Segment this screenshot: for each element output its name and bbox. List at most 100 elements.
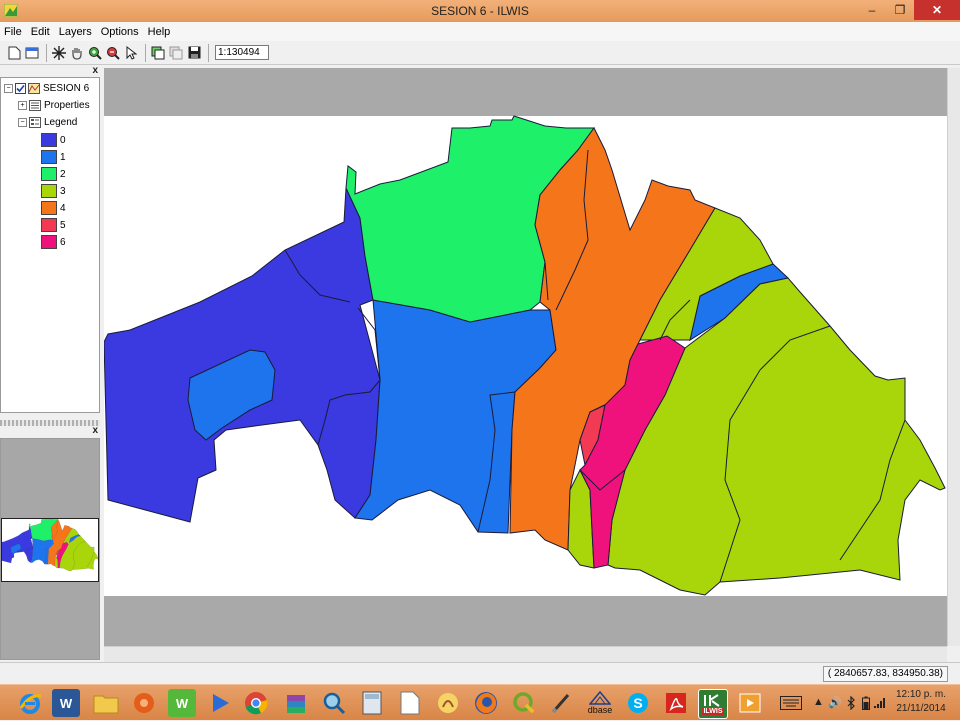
add-layer-button[interactable] (150, 45, 166, 61)
close-button[interactable]: ✕ (914, 0, 960, 20)
zoom-out-button[interactable] (105, 45, 121, 61)
menu-options[interactable]: Options (101, 26, 139, 38)
panel-splitter[interactable] (0, 420, 100, 426)
taskbar-app-word[interactable]: W (52, 689, 80, 717)
skype-icon: S (628, 693, 648, 713)
taskbar-app-skype[interactable]: S (624, 689, 652, 717)
taskbar-app-firefox[interactable] (472, 689, 500, 717)
bluetooth-icon[interactable] (847, 696, 855, 710)
legend-item[interactable]: 0 (41, 132, 66, 148)
word-icon: W (59, 695, 73, 711)
window-icon (25, 47, 39, 58)
ilwis-label: ILWIS (702, 708, 724, 715)
tree-root[interactable]: − SESION 6 (4, 81, 89, 95)
legend-item[interactable]: 5 (41, 217, 66, 233)
brush-icon (551, 694, 570, 714)
taskbar-app-acrobat[interactable] (662, 689, 690, 717)
taskbar-app-dbase[interactable]: dbase (586, 689, 614, 717)
save-button[interactable] (186, 45, 202, 61)
taskbar-app-video[interactable] (736, 689, 764, 717)
legend-swatch (41, 133, 57, 147)
collapse-icon[interactable]: − (4, 83, 13, 93)
taskbar-app-internet-explorer[interactable] (16, 689, 44, 717)
taskbar-app-notepad[interactable] (396, 689, 424, 717)
taskbar-app-qgis[interactable] (510, 689, 538, 717)
taskbar-app-scanner[interactable] (434, 689, 462, 717)
map-window[interactable] (104, 68, 947, 646)
taskbar-app-winrar[interactable] (282, 689, 310, 717)
collapse-icon[interactable]: − (18, 117, 27, 127)
open-button[interactable] (24, 45, 40, 61)
vertical-scrollbar[interactable] (947, 68, 960, 646)
menu-file[interactable]: File (4, 26, 22, 38)
entire-map-button[interactable] (51, 45, 67, 61)
taskbar-app-ilwis-w[interactable]: W (168, 689, 196, 717)
overview-panel-close-button[interactable]: x (92, 425, 98, 436)
archive-icon (287, 695, 305, 713)
restore-button[interactable]: ❐ (886, 0, 914, 20)
show-hidden-icons-icon[interactable]: ▲ (813, 696, 824, 708)
signal-icon[interactable] (874, 697, 886, 709)
zoom-in-button[interactable] (87, 45, 103, 61)
new-map-button[interactable] (6, 45, 22, 61)
chrome-icon (245, 692, 268, 715)
expand-icon[interactable]: + (18, 100, 27, 110)
layer-panel-close-button[interactable]: x (92, 65, 98, 76)
entire-map-icon (52, 45, 66, 60)
tree-legend[interactable]: − Legend (18, 115, 77, 129)
play-icon (213, 694, 229, 712)
minimize-button[interactable]: – (858, 0, 886, 20)
legend-label: 2 (60, 168, 66, 180)
menu-edit[interactable]: Edit (31, 26, 50, 38)
taskbar-app-ilwis[interactable]: ILWIS (698, 689, 728, 719)
arrow-pointer-icon (126, 45, 137, 60)
taskbar-app-calculator[interactable] (358, 689, 386, 717)
remove-layer-button[interactable] (168, 45, 184, 61)
map-canvas[interactable] (104, 68, 947, 646)
taskbar-app-chrome[interactable] (242, 689, 270, 717)
ilwis-icon (704, 694, 720, 707)
taskbar-app-file-explorer[interactable] (92, 689, 120, 717)
taskbar-app-brush-tool[interactable] (548, 689, 576, 717)
overview-map[interactable] (1, 518, 99, 582)
clock-time: 12:10 p. m. (895, 689, 946, 700)
tree-properties[interactable]: + Properties (18, 98, 90, 112)
volume-icon[interactable]: 🔊 (828, 696, 842, 709)
toolbar (0, 41, 960, 65)
pan-button[interactable] (69, 45, 85, 61)
origin-icon (134, 693, 154, 713)
legend-icon (29, 116, 41, 128)
legend-item[interactable]: 4 (41, 200, 66, 216)
taskbar-app-magnifier[interactable] (320, 689, 348, 717)
left-panel: x − SESION 6 + Properties − Legend 0 1 2 3 4… (0, 65, 102, 662)
menu-help[interactable]: Help (148, 26, 171, 38)
hand-icon (72, 47, 82, 60)
toolbar-separator (208, 43, 209, 62)
clock[interactable]: 12:10 p. m. 21/11/2014 (896, 688, 946, 716)
overview-panel (0, 438, 100, 660)
taskbar: W W dbase S ILWIS ▲ 🔊 12:10 p. m. 21/11/… (0, 684, 960, 720)
toolbar-separator (46, 43, 47, 62)
horizontal-scrollbar[interactable] (104, 646, 947, 662)
menu-bar: File Edit Layers Options Help (0, 22, 960, 41)
taskbar-app-media-player[interactable] (206, 689, 234, 717)
checkbox-icon[interactable] (15, 82, 26, 94)
taskbar-app-origin[interactable] (130, 689, 158, 717)
legend-swatch (41, 150, 57, 164)
select-button[interactable] (123, 45, 139, 61)
add-layer-icon (151, 46, 165, 59)
properties-icon (29, 99, 41, 111)
scale-input[interactable] (215, 45, 269, 60)
svg-text:S: S (633, 695, 642, 711)
legend-item[interactable]: 2 (41, 166, 66, 182)
battery-icon[interactable] (862, 696, 870, 710)
legend-swatch (41, 167, 57, 181)
keyboard-icon[interactable] (780, 696, 802, 710)
menu-layers[interactable]: Layers (59, 26, 92, 38)
zoom-out-icon (107, 46, 120, 60)
zoom-in-icon (89, 46, 102, 60)
clock-date: 21/11/2014 (896, 703, 946, 714)
legend-item[interactable]: 3 (41, 183, 66, 199)
legend-item[interactable]: 1 (41, 149, 66, 165)
legend-item[interactable]: 6 (41, 234, 66, 250)
